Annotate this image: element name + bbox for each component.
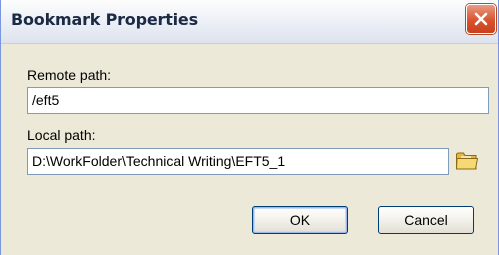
window-title: Bookmark Properties <box>11 10 198 29</box>
close-button[interactable] <box>466 4 496 34</box>
close-icon <box>472 10 490 28</box>
remote-path-label: Remote path: <box>27 67 112 83</box>
ok-button[interactable]: OK <box>252 206 348 234</box>
remote-path-input[interactable]: /eft5 <box>27 87 489 114</box>
local-path-input[interactable]: D:\WorkFolder\Technical Writing\EFT5_1 <box>27 148 449 175</box>
title-bar[interactable]: Bookmark Properties <box>1 0 498 44</box>
folder-icon <box>455 149 479 176</box>
dialog-body: Remote path: /eft5 Local path: D:\WorkFo… <box>13 44 489 255</box>
cancel-button[interactable]: Cancel <box>378 206 474 234</box>
browse-folder-button[interactable] <box>454 149 480 175</box>
bookmark-properties-dialog: Bookmark Properties Remote path: /eft5 L… <box>0 0 499 255</box>
local-path-label: Local path: <box>27 127 96 143</box>
